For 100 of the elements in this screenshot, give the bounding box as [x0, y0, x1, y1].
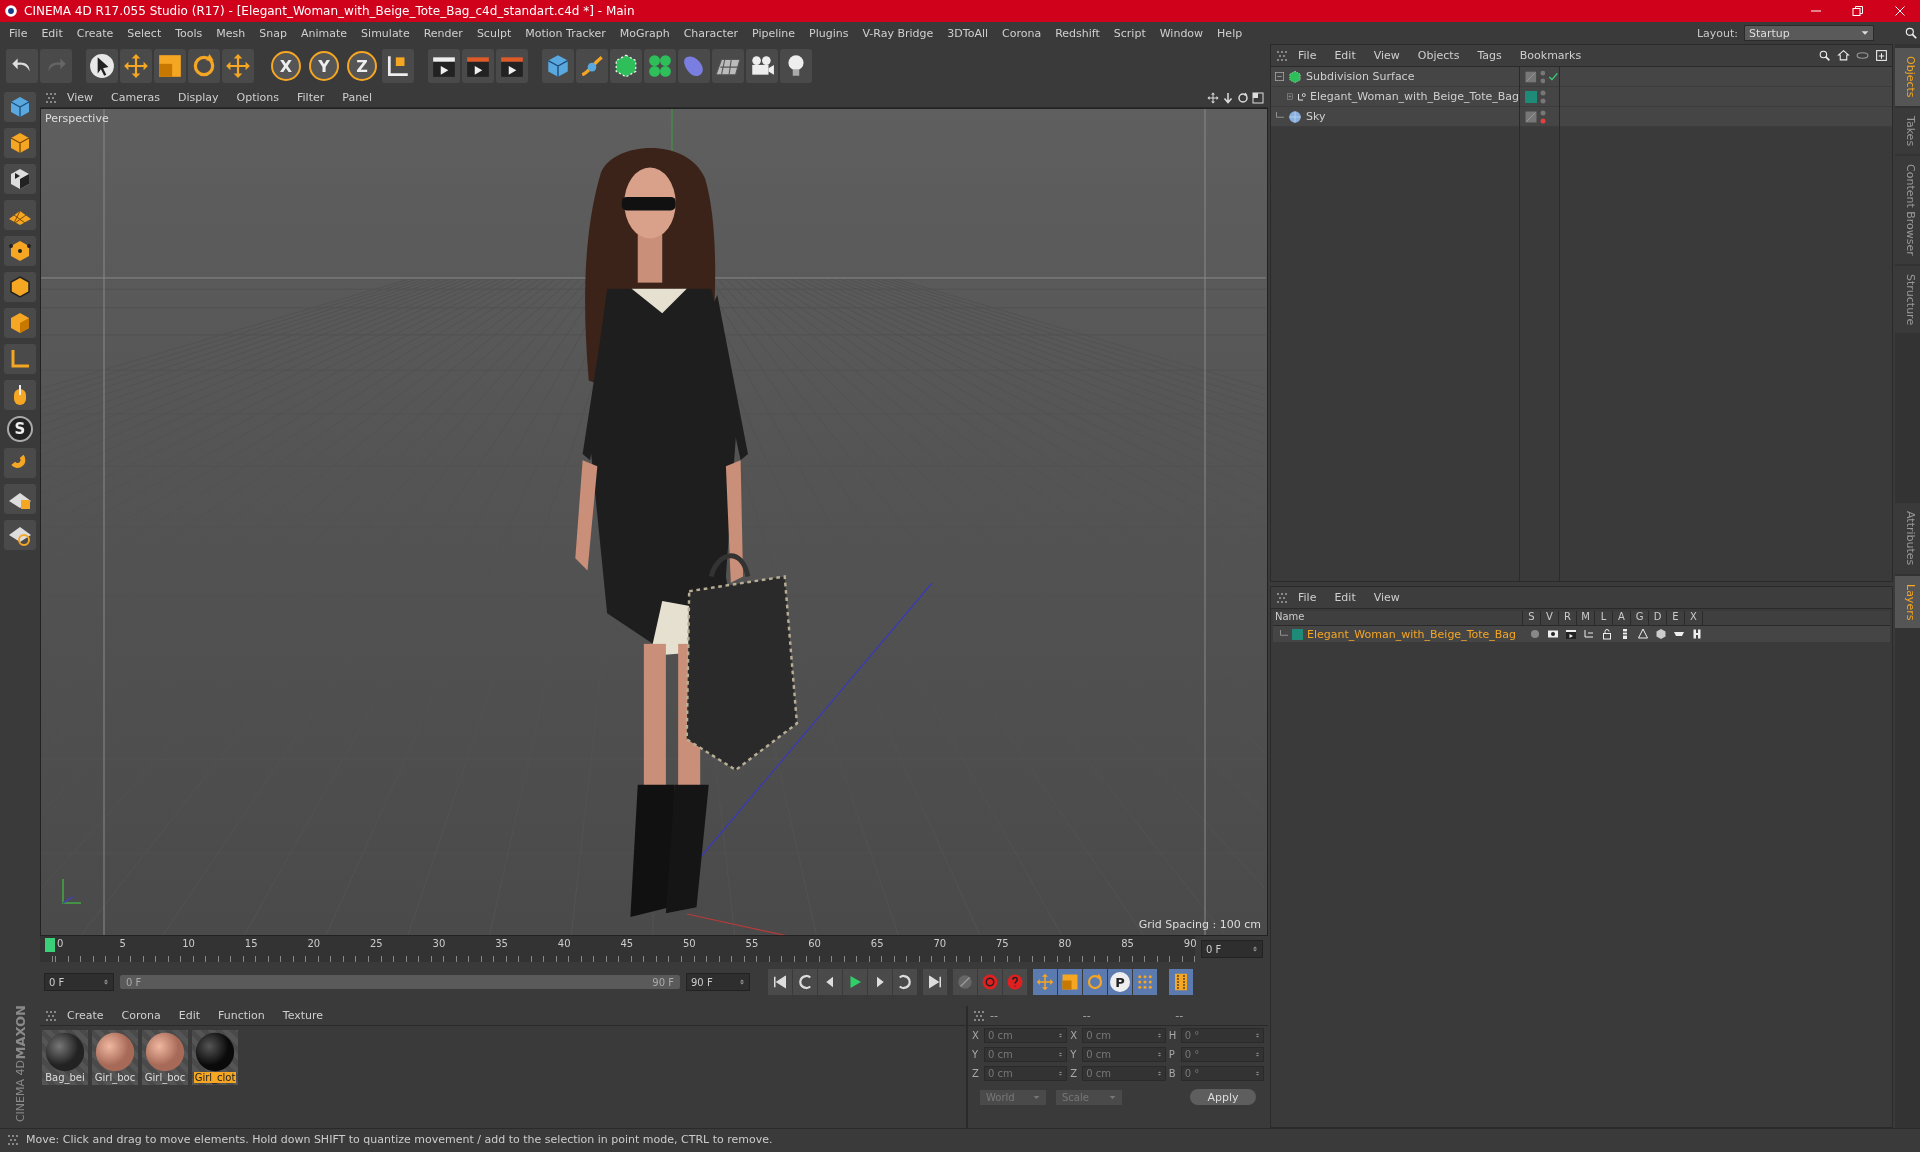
visibility-dots-icon[interactable] [1540, 109, 1546, 124]
menu-item[interactable]: Render [416, 26, 470, 40]
menu-item[interactable]: File [2, 26, 35, 40]
move-icon[interactable] [123, 53, 149, 79]
menu-item[interactable]: 3DToAll [940, 26, 995, 40]
menu-item[interactable]: Edit [34, 26, 70, 40]
panel-tab[interactable]: Takes [1895, 107, 1920, 154]
menu-item[interactable]: View [1364, 49, 1409, 62]
scale-icon[interactable] [157, 53, 183, 79]
menu-item[interactable]: Tools [168, 26, 210, 40]
menu-item[interactable]: Function [209, 1009, 274, 1022]
menu-item[interactable]: V-Ray Bridge [855, 26, 941, 40]
subdivision-icon[interactable] [613, 53, 639, 79]
cube-icon[interactable] [545, 53, 571, 79]
move-icon[interactable] [225, 53, 251, 79]
make-editable-icon[interactable] [8, 95, 32, 119]
panel-tab[interactable]: Attributes [1895, 503, 1920, 574]
menu-item[interactable]: Edit [169, 1009, 209, 1022]
close-icon[interactable] [1894, 5, 1906, 17]
menu-item[interactable]: Redshift [1048, 26, 1107, 40]
parameter-key-button[interactable]: P [1110, 972, 1130, 992]
timeline-icon[interactable] [1172, 973, 1190, 991]
material-swatch[interactable]: Girl_boc [142, 1030, 188, 1085]
menu-item[interactable]: MoGraph [612, 26, 677, 40]
previous-key-icon[interactable] [796, 973, 814, 991]
menu-item[interactable]: Script [1106, 26, 1153, 40]
layout-dropdown[interactable]: Startup [1744, 25, 1874, 41]
menu-item[interactable]: Plugins [802, 26, 856, 40]
visibility-dots-icon[interactable] [1539, 69, 1546, 84]
panel-tab[interactable]: Objects [1895, 48, 1920, 106]
material-swatch[interactable]: Girl_boc [92, 1030, 138, 1085]
collapse-icon[interactable] [1275, 72, 1284, 81]
axis-lock-button[interactable]: Z [347, 51, 377, 81]
menu-item[interactable]: Mesh [209, 26, 253, 40]
menu-item[interactable]: Objects [1408, 49, 1469, 62]
menu-item[interactable]: Filter [288, 91, 334, 104]
points-mode-icon[interactable] [8, 239, 32, 263]
zoom-icon[interactable] [1222, 91, 1234, 104]
axis-lock-button[interactable]: X [271, 51, 301, 81]
menu-item[interactable]: Character [676, 26, 745, 40]
rotate-icon[interactable] [191, 53, 217, 79]
home-icon[interactable] [1837, 49, 1850, 62]
visibility-dots-icon[interactable] [1540, 89, 1546, 104]
enabled-check-icon[interactable] [1548, 71, 1559, 82]
panel-tab[interactable]: Content Browser [1895, 155, 1920, 264]
object-name[interactable]: Sky [1306, 110, 1326, 123]
menu-item[interactable]: Edit [1325, 49, 1365, 62]
polygons-mode-icon[interactable] [8, 311, 32, 335]
panel-tab[interactable]: Layers [1895, 575, 1920, 628]
autokey-icon[interactable] [1006, 973, 1024, 991]
menu-item[interactable]: Sculpt [469, 26, 519, 40]
restore-icon[interactable] [1852, 5, 1864, 17]
menu-item[interactable]: Display [169, 91, 228, 104]
menu-item[interactable]: Bookmarks [1510, 49, 1591, 62]
apply-button[interactable]: Apply [1190, 1089, 1256, 1105]
lock-icon[interactable] [1601, 628, 1613, 640]
edges-mode-icon[interactable] [8, 275, 32, 299]
playhead-marker[interactable] [45, 938, 55, 952]
menu-item[interactable]: Corona [995, 26, 1049, 40]
go-to-start-icon[interactable] [771, 973, 789, 991]
menu-item[interactable]: Options [227, 91, 288, 104]
texture-mode-icon[interactable] [8, 167, 32, 191]
object-name[interactable]: Subdivision Surface [1306, 70, 1415, 83]
generator-icon[interactable] [1637, 628, 1649, 640]
menu-item[interactable]: Snap [252, 26, 294, 40]
cloner-icon[interactable] [647, 53, 673, 79]
menu-item[interactable]: Help [1210, 26, 1250, 40]
record-icon[interactable] [981, 973, 999, 991]
eye-icon[interactable] [1856, 49, 1869, 62]
menu-item[interactable]: File [1289, 49, 1326, 62]
maximize-view-icon[interactable] [1252, 91, 1264, 104]
menu-item[interactable]: Texture [273, 1009, 333, 1022]
orbit-icon[interactable] [1237, 91, 1249, 104]
xref-icon[interactable] [1691, 628, 1703, 640]
start-frame-field[interactable]: 0 F [44, 973, 114, 991]
menu-item[interactable]: Create [69, 26, 121, 40]
axis-lock-button[interactable]: Y [309, 51, 339, 81]
end-frame-field[interactable]: 90 F [686, 973, 750, 991]
menu-item[interactable]: Window [1152, 26, 1211, 40]
solo-icon[interactable] [1529, 628, 1541, 640]
pen-icon[interactable] [579, 53, 605, 79]
current-frame-field[interactable]: 0 F [1201, 940, 1263, 958]
menu-item[interactable]: Animate [294, 26, 355, 40]
menu-item[interactable]: Panel [333, 91, 381, 104]
menu-item[interactable]: Motion Tracker [518, 26, 613, 40]
search-icon[interactable] [1904, 26, 1918, 40]
next-key-icon[interactable] [896, 973, 914, 991]
timeline-ruler[interactable]: 0 5 10 15 20 25 30 35 40 45 50 55 60 65 70 75 80 85 90 [40, 936, 1195, 962]
pan-icon[interactable] [1207, 91, 1219, 104]
menu-item[interactable]: View [1364, 591, 1409, 604]
coordinate-system-icon[interactable] [385, 53, 411, 79]
model-mode-icon[interactable] [8, 131, 32, 155]
menu-item[interactable]: File [1289, 591, 1326, 604]
menu-item[interactable]: Corona [112, 1009, 170, 1022]
menu-item[interactable]: View [58, 91, 103, 104]
menu-item[interactable]: Select [120, 26, 169, 40]
render-icon[interactable] [1565, 628, 1577, 640]
menu-item[interactable]: Pipeline [745, 26, 803, 40]
manager-icon[interactable] [1583, 628, 1595, 640]
deformer-icon[interactable] [1655, 628, 1667, 640]
